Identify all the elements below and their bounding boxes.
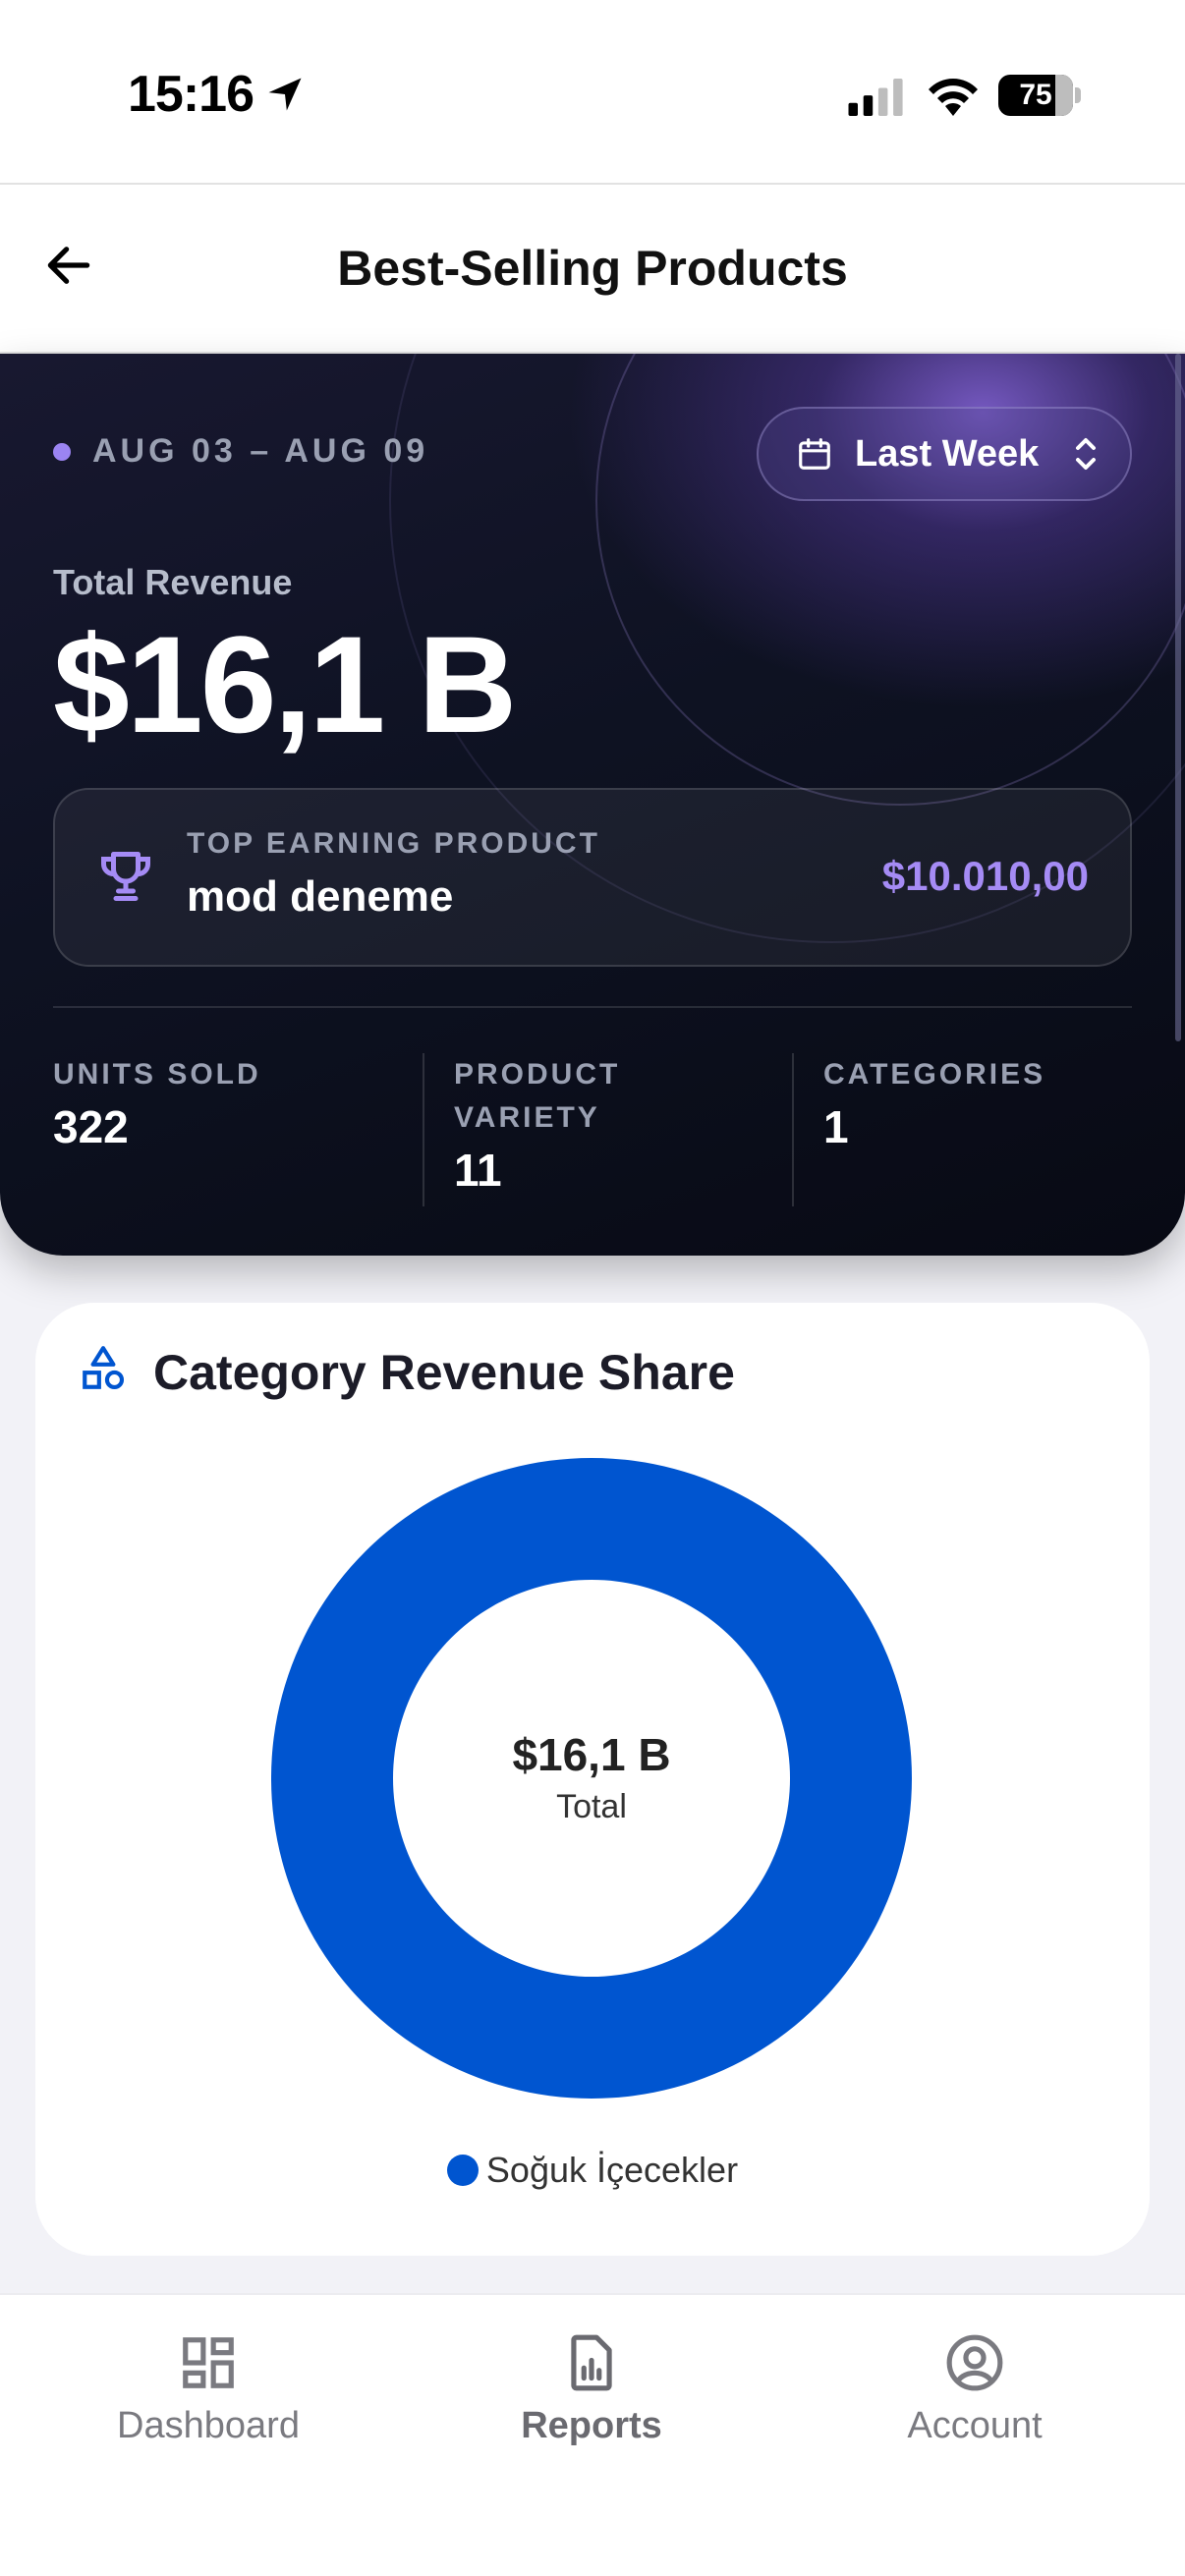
legend-label: Soğuk İçecekler	[485, 2150, 739, 2190]
shapes-icon	[83, 1346, 125, 1390]
date-dot	[53, 442, 71, 461]
stat-label: PRODUCT VARIETY	[454, 1058, 621, 1134]
stat-categories: CATEGORIES 1	[823, 1053, 1045, 1153]
stat-units-sold: UNITS SOLD 322	[53, 1053, 261, 1153]
nav-account[interactable]: Account	[827, 2332, 1122, 2447]
chart-legend: Soğuk İçecekler	[35, 2150, 1150, 2191]
period-selector-button[interactable]: Last Week	[757, 407, 1132, 501]
top-earning-product-card[interactable]: TOP EARNING PRODUCT mod deneme $10.010,0…	[53, 788, 1132, 967]
cellular-signal-icon	[848, 79, 903, 116]
nav-reports[interactable]: Reports	[444, 2332, 739, 2447]
nav-dashboard[interactable]: Dashboard	[61, 2332, 356, 2447]
top-earning-label: TOP EARNING PRODUCT	[187, 827, 600, 860]
chevron-up-down-icon	[1076, 438, 1097, 470]
stat-product-variety: PRODUCT VARIETY 11	[454, 1053, 690, 1197]
battery-indicator: 75	[998, 75, 1081, 116]
reports-icon	[571, 2334, 612, 2391]
stat-value: 1	[823, 1101, 849, 1152]
scrollbar[interactable]	[1175, 354, 1181, 1041]
total-revenue-value: $16,1 B	[53, 607, 517, 761]
trophy-icon	[101, 852, 150, 901]
bottom-navigation: Dashboard Reports Account	[0, 2293, 1185, 2576]
status-time: 15:16	[128, 66, 254, 123]
stat-value: 11	[454, 1145, 502, 1196]
chart-title: Category Revenue Share	[153, 1345, 735, 1400]
stat-value: 322	[53, 1101, 129, 1152]
date-range: AUG 03 – AUG 09	[53, 432, 428, 471]
top-product-name: mod deneme	[187, 872, 454, 921]
calendar-icon	[799, 438, 830, 470]
stat-label: CATEGORIES	[823, 1058, 1046, 1091]
donut-center-value: $16,1 B	[512, 1729, 670, 1780]
dashboard-icon	[183, 2337, 234, 2388]
total-revenue-label: Total Revenue	[53, 562, 293, 602]
divider	[53, 1006, 1132, 1008]
nav-label: Reports	[521, 2405, 662, 2446]
battery-level: 75	[1019, 79, 1052, 111]
status-bar: 15:16 75	[0, 0, 1185, 183]
period-label: Last Week	[855, 432, 1040, 475]
account-icon	[946, 2334, 1003, 2391]
app-header: Best-Selling Products	[0, 183, 1185, 354]
stat-label: UNITS SOLD	[53, 1058, 261, 1091]
nav-label: Account	[907, 2405, 1043, 2446]
date-range-text: AUG 03 – AUG 09	[92, 432, 429, 470]
top-product-amount: $10.010,00	[881, 853, 1089, 899]
revenue-summary-card: AUG 03 – AUG 09 Last Week Total Revenue …	[0, 354, 1185, 1256]
location-arrow-icon	[268, 78, 302, 111]
category-revenue-card: Category Revenue Share $16,1 B Total Soğ…	[35, 1303, 1150, 2256]
stat-divider	[423, 1053, 424, 1206]
donut-chart: $16,1 B Total	[271, 1458, 912, 2099]
donut-center-label: Total	[556, 1788, 627, 1825]
legend-swatch	[446, 2155, 479, 2186]
stat-divider	[792, 1053, 794, 1206]
nav-label: Dashboard	[117, 2405, 300, 2446]
page-title: Best-Selling Products	[337, 241, 848, 296]
wifi-icon	[929, 79, 978, 116]
